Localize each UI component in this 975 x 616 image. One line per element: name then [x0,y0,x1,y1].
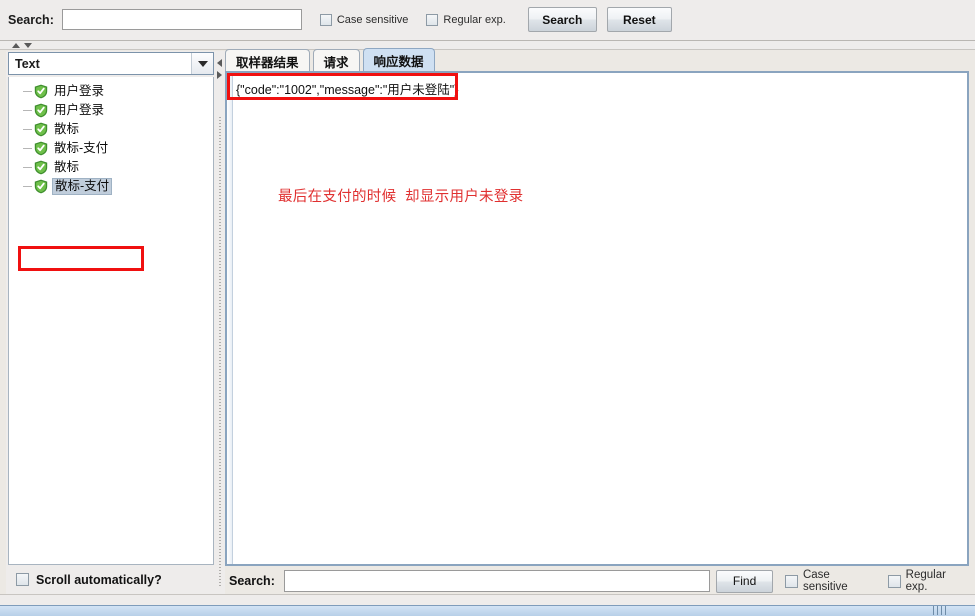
find-search-input[interactable] [283,570,711,592]
checkbox-box-icon [426,13,439,26]
scroll-automatically-label: Scroll automatically? [36,572,162,587]
find-case-sensitive-label: Case sensitive [802,569,848,593]
collapse-left-arrow-icon[interactable] [217,59,222,67]
tree-connector [23,167,32,168]
tree-connector [23,91,32,92]
selected-node-highlight-box [18,246,144,271]
taskbar [0,605,975,616]
top-search-toolbar: Search: Case sensitive Regular exp. Sear… [0,0,975,41]
success-shield-icon [34,103,48,118]
tree-connector [23,186,32,187]
tab-0[interactable]: 取样器结果 [225,49,310,72]
checkbox-box-icon [319,13,332,26]
renderer-combo-value: Text [15,56,40,71]
chevron-down-icon[interactable] [191,53,213,74]
sampler-tree[interactable]: 用户登录 用户登录 散标 散标-支付 散标 散标-支付 [8,77,214,565]
find-regular-exp-label: Regular exp. [905,569,946,593]
response-panel: 取样器结果 请求 响应数据 {"code":"1002","message":"用户… [225,47,969,594]
tree-node-2[interactable]: 散标 [9,120,213,139]
checkbox-box-icon [16,573,29,586]
results-tree-panel: Text 用户登录 用户登录 散标 散标-支付 散标 散标-支付 Scroll autom… [6,51,216,594]
success-shield-icon [34,160,48,175]
top-search-input[interactable] [61,9,302,30]
success-shield-icon [34,84,48,99]
top-case-sensitive-label: Case sensitive [336,13,409,26]
tree-connector [23,129,32,130]
search-button[interactable]: Search [527,7,597,32]
top-regular-exp-checkbox[interactable]: Regular exp. [426,13,506,26]
tree-node-1[interactable]: 用户登录 [9,101,213,120]
tree-node-label: 散标 [54,122,80,136]
find-search-label: Search: [229,574,275,588]
tree-node-0[interactable]: 用户登录 [9,82,213,101]
response-find-toolbar: Search: Find Case sensitive Regular exp. [225,568,969,594]
top-case-sensitive-checkbox[interactable]: Case sensitive [319,13,409,26]
tree-node-4[interactable]: 散标 [9,158,213,177]
tree-node-3[interactable]: 散标-支付 [9,139,213,158]
tree-node-5[interactable]: 散标-支付 [9,177,213,196]
success-shield-icon [34,141,48,156]
response-tabs: 取样器结果 请求 响应数据 [225,47,438,72]
splitter-grip [219,117,221,587]
response-data-viewer[interactable]: {"code":"1002","message":"用户未登陆"} 最后在支付的… [225,71,969,566]
tree-node-label: 用户登录 [54,84,105,98]
success-shield-icon [34,179,48,194]
jmeter-view-results-tree: Search: Case sensitive Regular exp. Sear… [0,0,975,616]
resize-grip-icon [933,606,947,615]
reset-button[interactable]: Reset [606,7,672,32]
renderer-combo[interactable]: Text [8,52,214,75]
annotation-text: 最后在支付的时候 却显示用户未登录 [278,189,524,205]
response-body-text: {"code":"1002","message":"用户未登陆"} [236,83,459,97]
find-regular-exp-checkbox[interactable]: Regular exp. [887,569,969,593]
find-case-sensitive-checkbox[interactable]: Case sensitive [784,569,876,593]
tab-2[interactable]: 响应数据 [362,48,435,72]
tree-node-label: 散标-支付 [54,141,109,155]
top-regular-exp-label: Regular exp. [443,13,506,26]
scroll-automatically-checkbox[interactable]: Scroll automatically? [8,567,214,592]
success-shield-icon [34,122,48,137]
tree-node-label: 用户登录 [54,103,105,117]
tree-node-label: 散标 [54,160,80,174]
viewer-gutter [227,73,233,564]
tree-connector [23,148,32,149]
tree-connector [23,110,32,111]
collapse-up-arrow-icon[interactable] [12,43,20,48]
checkbox-box-icon [887,574,901,588]
find-button[interactable]: Find [716,569,773,593]
tree-node-label: 散标-支付 [52,178,113,195]
checkbox-box-icon [784,574,798,588]
vertical-splitter[interactable] [216,51,225,594]
top-search-label: Search: [8,12,54,27]
collapse-right-arrow-icon[interactable] [217,71,222,79]
collapse-down-arrow-icon[interactable] [24,43,32,48]
tab-1[interactable]: 请求 [312,49,360,72]
